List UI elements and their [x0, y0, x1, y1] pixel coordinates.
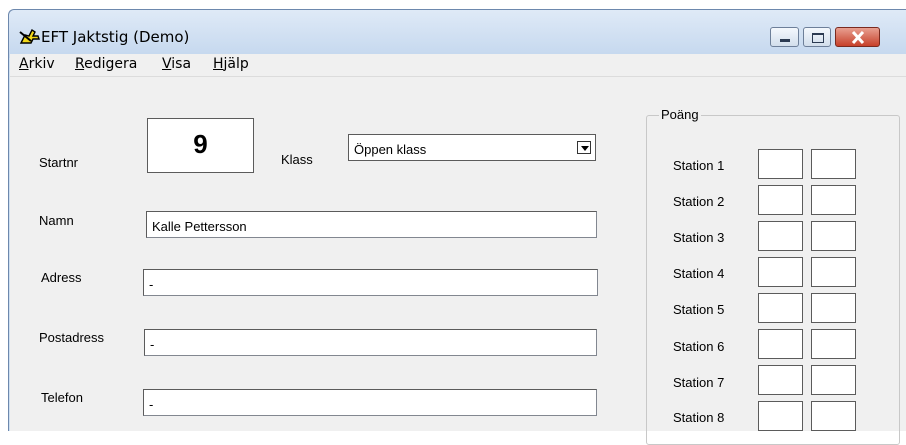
postadress-input[interactable]: -	[144, 329, 597, 356]
station-2-score-b[interactable]	[811, 185, 856, 215]
station-label-5: Station 5	[673, 302, 725, 317]
title-bar[interactable]: EFT Jaktstig (Demo)	[9, 10, 906, 58]
station-label-2: Station 2	[673, 194, 725, 209]
app-window: EFT Jaktstig (Demo) Arkiv Redigera Visa …	[8, 9, 906, 445]
klass-label: Klass	[281, 152, 313, 167]
station-label-1: Station 1	[673, 158, 725, 173]
maximize-button[interactable]	[803, 27, 831, 47]
station-6-score-b[interactable]	[811, 329, 856, 359]
station-4-score-b[interactable]	[811, 257, 856, 287]
station-label-6: Station 6	[673, 339, 725, 354]
minimize-icon	[780, 39, 790, 42]
klass-dropdown[interactable]: Öppen klass	[348, 134, 596, 161]
adress-input[interactable]: -	[143, 269, 598, 296]
maximize-icon	[812, 33, 824, 43]
telefon-input[interactable]: -	[143, 389, 597, 416]
startnr-label: Startnr	[39, 155, 79, 170]
station-4-score-a[interactable]	[758, 257, 803, 287]
klass-value: Öppen klass	[354, 142, 427, 157]
station-5-score-b[interactable]	[811, 293, 856, 323]
menu-hjalp[interactable]: Hjälp	[213, 56, 249, 72]
station-8-score-b[interactable]	[811, 401, 856, 431]
station-7-score-a[interactable]	[758, 365, 803, 395]
station-3-score-a[interactable]	[758, 221, 803, 251]
station-2-score-a[interactable]	[758, 185, 803, 215]
namn-input[interactable]: Kalle Pettersson	[146, 211, 597, 238]
chevron-down-icon[interactable]	[577, 141, 591, 154]
menu-redigera[interactable]: Redigera	[75, 56, 137, 72]
station-label-7: Station 7	[673, 375, 725, 390]
station-5-score-a[interactable]	[758, 293, 803, 323]
menu-bar: Arkiv Redigera Visa Hjälp	[10, 54, 906, 77]
station-label-8: Station 8	[673, 410, 725, 425]
window-title: EFT Jaktstig (Demo)	[41, 28, 190, 46]
station-6-score-a[interactable]	[758, 329, 803, 359]
adress-label: Adress	[41, 270, 82, 285]
station-label-3: Station 3	[673, 230, 725, 245]
close-button[interactable]	[835, 27, 880, 47]
postadress-label: Postadress	[39, 330, 105, 345]
station-3-score-b[interactable]	[811, 221, 856, 251]
station-label-4: Station 4	[673, 266, 725, 281]
telefon-label: Telefon	[41, 390, 83, 405]
close-icon	[851, 31, 865, 44]
startnr-field[interactable]: 9	[147, 118, 254, 173]
station-7-score-b[interactable]	[811, 365, 856, 395]
hunter-app-icon	[19, 28, 40, 44]
form-area: Startnr 9 Klass Öppen klass Namn Kalle P…	[10, 77, 906, 445]
station-8-score-a[interactable]	[758, 401, 803, 431]
station-1-score-a[interactable]	[758, 149, 803, 179]
station-1-score-b[interactable]	[811, 149, 856, 179]
menu-arkiv[interactable]: Arkiv	[19, 56, 55, 72]
minimize-button[interactable]	[770, 27, 799, 47]
namn-label: Namn	[39, 213, 74, 228]
menu-visa[interactable]: Visa	[162, 56, 191, 72]
points-title: Poäng	[659, 107, 701, 122]
